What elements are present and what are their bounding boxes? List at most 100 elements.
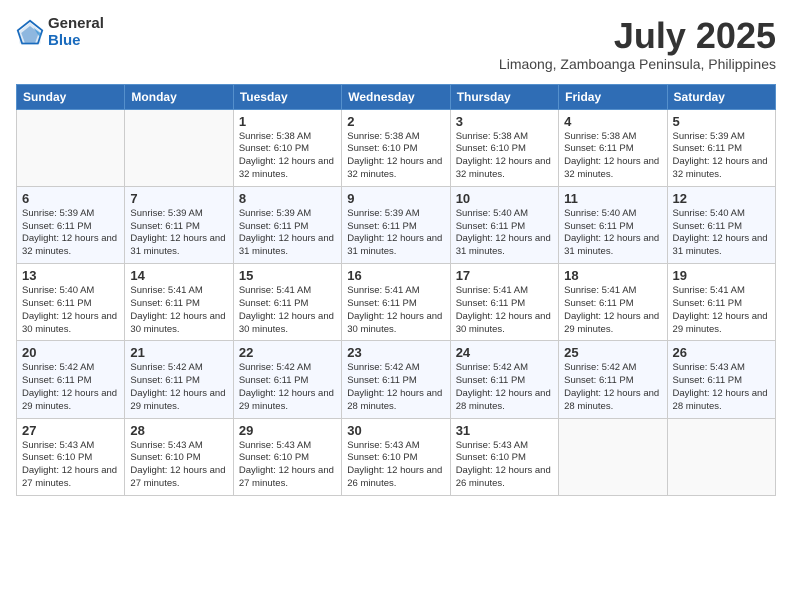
- calendar-cell: 30 Sunrise: 5:43 AM Sunset: 6:10 PM Dayli…: [342, 418, 450, 495]
- calendar-week-3: 13 Sunrise: 5:40 AM Sunset: 6:11 PM Dayli…: [17, 264, 776, 341]
- calendar-cell: 10 Sunrise: 5:40 AM Sunset: 6:11 PM Dayli…: [450, 186, 558, 263]
- day-detail: Sunrise: 5:42 AM Sunset: 6:11 PM Dayligh…: [130, 362, 227, 413]
- page-header: General Blue July 2025 Limaong, Zamboang…: [16, 16, 776, 72]
- day-number: 23: [347, 345, 444, 360]
- day-number: 13: [22, 268, 119, 283]
- calendar-week-2: 6 Sunrise: 5:39 AM Sunset: 6:11 PM Daylig…: [17, 186, 776, 263]
- day-detail: Sunrise: 5:38 AM Sunset: 6:10 PM Dayligh…: [347, 131, 444, 182]
- weekday-header-wednesday: Wednesday: [342, 84, 450, 109]
- day-detail: Sunrise: 5:39 AM Sunset: 6:11 PM Dayligh…: [130, 208, 227, 259]
- calendar-cell: 15Sunrise: 5:41 AM Sunset: 6:11 PM Dayli…: [233, 264, 341, 341]
- calendar-cell: 6 Sunrise: 5:39 AM Sunset: 6:11 PM Daylig…: [17, 186, 125, 263]
- day-detail: Sunrise: 5:41 AM Sunset: 6:11 PM Dayligh…: [564, 285, 661, 336]
- day-detail: Sunrise: 5:40 AM Sunset: 6:11 PM Dayligh…: [564, 208, 661, 259]
- calendar-cell: 7 Sunrise: 5:39 AM Sunset: 6:11 PM Daylig…: [125, 186, 233, 263]
- calendar-cell: 1 Sunrise: 5:38 AM Sunset: 6:10 PM Daylig…: [233, 109, 341, 186]
- title-block: July 2025 Limaong, Zamboanga Peninsula, …: [499, 16, 776, 72]
- day-detail: Sunrise: 5:43 AM Sunset: 6:10 PM Dayligh…: [130, 440, 227, 491]
- calendar-cell: 29Sunrise: 5:43 AM Sunset: 6:10 PM Dayli…: [233, 418, 341, 495]
- calendar-cell: 27 Sunrise: 5:43 AM Sunset: 6:10 PM Dayli…: [17, 418, 125, 495]
- calendar-cell: 20Sunrise: 5:42 AM Sunset: 6:11 PM Dayli…: [17, 341, 125, 418]
- logo-text: General Blue: [48, 16, 104, 49]
- calendar-cell: 31 Sunrise: 5:43 AM Sunset: 6:10 PM Dayli…: [450, 418, 558, 495]
- day-number: 14: [130, 268, 227, 283]
- calendar-cell: 22Sunrise: 5:42 AM Sunset: 6:11 PM Dayli…: [233, 341, 341, 418]
- day-detail: Sunrise: 5:40 AM Sunset: 6:11 PM Dayligh…: [673, 208, 770, 259]
- day-detail: Sunrise: 5:42 AM Sunset: 6:11 PM Dayligh…: [347, 362, 444, 413]
- day-number: 20: [22, 345, 119, 360]
- day-detail: Sunrise: 5:41 AM Sunset: 6:11 PM Dayligh…: [673, 285, 770, 336]
- calendar-week-4: 20 Sunrise: 5:42 AM Sunset: 6:11 PM Dayli…: [17, 341, 776, 418]
- day-detail: Sunrise: 5:40 AM Sunset: 6:11 PM Dayligh…: [22, 285, 119, 336]
- day-number: 6: [22, 191, 119, 206]
- day-number: 2: [347, 114, 444, 129]
- calendar-cell: [667, 418, 775, 495]
- calendar-cell: 2 Sunrise: 5:38 AM Sunset: 6:10 PM Daylig…: [342, 109, 450, 186]
- calendar-cell: 9 Sunrise: 5:39 AM Sunset: 6:11 PM Daylig…: [342, 186, 450, 263]
- calendar-cell: 14 Sunrise: 5:41 AM Sunset: 6:11 PM Dayli…: [125, 264, 233, 341]
- weekday-header-saturday: Saturday: [667, 84, 775, 109]
- calendar-cell: 18 Sunrise: 5:41 AM Sunset: 6:11 PM Dayli…: [559, 264, 667, 341]
- day-detail: Sunrise: 5:41 AM Sunset: 6:11 PM Dayligh…: [130, 285, 227, 336]
- day-number: 27: [22, 423, 119, 438]
- day-number: 30: [347, 423, 444, 438]
- calendar-cell: 16Sunrise: 5:41 AM Sunset: 6:11 PM Dayli…: [342, 264, 450, 341]
- day-detail: Sunrise: 5:39 AM Sunset: 6:11 PM Dayligh…: [22, 208, 119, 259]
- day-number: 22: [239, 345, 336, 360]
- weekday-header-thursday: Thursday: [450, 84, 558, 109]
- calendar-cell: 19 Sunrise: 5:41 AM Sunset: 6:11 PM Dayli…: [667, 264, 775, 341]
- day-detail: Sunrise: 5:38 AM Sunset: 6:10 PM Dayligh…: [239, 131, 336, 182]
- day-number: 17: [456, 268, 553, 283]
- month-title: July 2025: [499, 16, 776, 56]
- day-detail: Sunrise: 5:43 AM Sunset: 6:10 PM Dayligh…: [456, 440, 553, 491]
- day-detail: Sunrise: 5:43 AM Sunset: 6:10 PM Dayligh…: [347, 440, 444, 491]
- calendar-cell: 8Sunrise: 5:39 AM Sunset: 6:11 PM Daylig…: [233, 186, 341, 263]
- day-detail: Sunrise: 5:38 AM Sunset: 6:11 PM Dayligh…: [564, 131, 661, 182]
- calendar-cell: 11Sunrise: 5:40 AM Sunset: 6:11 PM Dayli…: [559, 186, 667, 263]
- day-detail: Sunrise: 5:42 AM Sunset: 6:11 PM Dayligh…: [456, 362, 553, 413]
- calendar-cell: 25 Sunrise: 5:42 AM Sunset: 6:11 PM Dayli…: [559, 341, 667, 418]
- day-detail: Sunrise: 5:39 AM Sunset: 6:11 PM Dayligh…: [239, 208, 336, 259]
- day-detail: Sunrise: 5:43 AM Sunset: 6:11 PM Dayligh…: [673, 362, 770, 413]
- weekday-header-friday: Friday: [559, 84, 667, 109]
- day-number: 28: [130, 423, 227, 438]
- calendar-week-1: 1 Sunrise: 5:38 AM Sunset: 6:10 PM Daylig…: [17, 109, 776, 186]
- calendar-header-row: SundayMondayTuesdayWednesdayThursdayFrid…: [17, 84, 776, 109]
- day-number: 1: [239, 114, 336, 129]
- day-detail: Sunrise: 5:43 AM Sunset: 6:10 PM Dayligh…: [239, 440, 336, 491]
- day-number: 9: [347, 191, 444, 206]
- day-detail: Sunrise: 5:43 AM Sunset: 6:10 PM Dayligh…: [22, 440, 119, 491]
- weekday-header-tuesday: Tuesday: [233, 84, 341, 109]
- calendar-cell: 3 Sunrise: 5:38 AM Sunset: 6:10 PM Daylig…: [450, 109, 558, 186]
- logo-blue-text: Blue: [48, 33, 104, 50]
- day-number: 18: [564, 268, 661, 283]
- day-number: 5: [673, 114, 770, 129]
- weekday-header-sunday: Sunday: [17, 84, 125, 109]
- day-detail: Sunrise: 5:41 AM Sunset: 6:11 PM Dayligh…: [456, 285, 553, 336]
- calendar-week-5: 27 Sunrise: 5:43 AM Sunset: 6:10 PM Dayli…: [17, 418, 776, 495]
- day-number: 7: [130, 191, 227, 206]
- calendar-cell: 5 Sunrise: 5:39 AM Sunset: 6:11 PM Daylig…: [667, 109, 775, 186]
- calendar-cell: [125, 109, 233, 186]
- calendar-cell: 23 Sunrise: 5:42 AM Sunset: 6:11 PM Dayli…: [342, 341, 450, 418]
- calendar-cell: 28 Sunrise: 5:43 AM Sunset: 6:10 PM Dayli…: [125, 418, 233, 495]
- logo-icon: [16, 19, 44, 47]
- calendar-cell: 4Sunrise: 5:38 AM Sunset: 6:11 PM Daylig…: [559, 109, 667, 186]
- day-detail: Sunrise: 5:38 AM Sunset: 6:10 PM Dayligh…: [456, 131, 553, 182]
- calendar-cell: 17 Sunrise: 5:41 AM Sunset: 6:11 PM Dayli…: [450, 264, 558, 341]
- day-detail: Sunrise: 5:40 AM Sunset: 6:11 PM Dayligh…: [456, 208, 553, 259]
- day-detail: Sunrise: 5:42 AM Sunset: 6:11 PM Dayligh…: [564, 362, 661, 413]
- calendar-cell: 12Sunrise: 5:40 AM Sunset: 6:11 PM Dayli…: [667, 186, 775, 263]
- day-detail: Sunrise: 5:39 AM Sunset: 6:11 PM Dayligh…: [673, 131, 770, 182]
- location-title: Limaong, Zamboanga Peninsula, Philippine…: [499, 56, 776, 72]
- day-number: 3: [456, 114, 553, 129]
- day-number: 25: [564, 345, 661, 360]
- calendar-cell: [559, 418, 667, 495]
- calendar-cell: 26Sunrise: 5:43 AM Sunset: 6:11 PM Dayli…: [667, 341, 775, 418]
- calendar-cell: 24Sunrise: 5:42 AM Sunset: 6:11 PM Dayli…: [450, 341, 558, 418]
- day-number: 31: [456, 423, 553, 438]
- day-number: 10: [456, 191, 553, 206]
- logo: General Blue: [16, 16, 104, 49]
- day-detail: Sunrise: 5:39 AM Sunset: 6:11 PM Dayligh…: [347, 208, 444, 259]
- day-number: 19: [673, 268, 770, 283]
